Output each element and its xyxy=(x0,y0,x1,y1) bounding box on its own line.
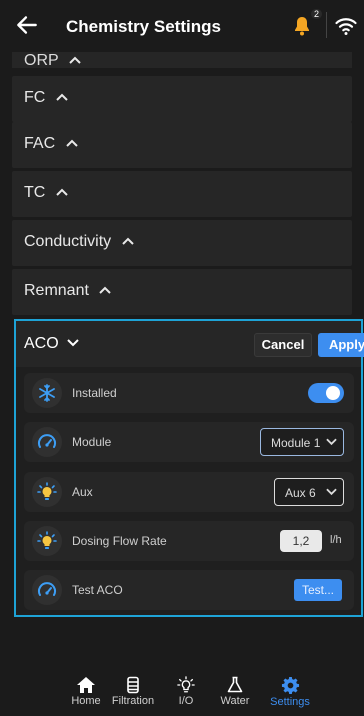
gear-icon xyxy=(281,676,299,695)
chevron-down-icon xyxy=(326,438,337,446)
nav-home[interactable]: Home xyxy=(60,676,112,707)
nav-filtration-label: Filtration xyxy=(111,695,155,707)
section-conductivity-label: Conductivity xyxy=(24,233,112,250)
section-fac[interactable]: FAC xyxy=(12,122,352,168)
nav-filtration[interactable]: Filtration xyxy=(107,676,159,707)
aco-panel: ACO Cancel Apply Installed Module Module… xyxy=(14,319,364,617)
nav-water[interactable]: Water xyxy=(209,676,261,707)
bell-icon[interactable] xyxy=(290,14,314,38)
dosing-flow-input[interactable]: 1,2 xyxy=(280,530,322,552)
chevron-down-icon xyxy=(326,488,337,496)
module-select[interactable]: Module 1 xyxy=(260,428,344,456)
cancel-button[interactable]: Cancel xyxy=(254,333,312,357)
section-tc[interactable]: TC xyxy=(12,171,352,217)
nav-home-label: Home xyxy=(71,695,101,707)
apply-button[interactable]: Apply xyxy=(318,333,364,357)
chevron-up-icon xyxy=(56,188,68,196)
chevron-up-icon xyxy=(69,56,81,64)
wifi-icon[interactable] xyxy=(334,14,358,38)
gauge-icon xyxy=(32,427,62,457)
aux-select-value: Aux 6 xyxy=(285,486,316,500)
section-fac-label: FAC xyxy=(24,135,56,152)
section-fc[interactable]: FC xyxy=(12,76,352,122)
nav-settings-label: Settings xyxy=(270,696,310,708)
flask-icon xyxy=(227,676,243,693)
installed-toggle[interactable] xyxy=(308,383,344,403)
test-aco-label: Test ACO xyxy=(72,583,123,597)
nav-water-label: Water xyxy=(220,695,250,707)
section-fc-label: FC xyxy=(24,89,46,106)
chevron-up-icon xyxy=(99,286,112,294)
aco-header: ACO Cancel Apply xyxy=(16,321,364,367)
snowflake-icon xyxy=(32,378,62,408)
module-label: Module xyxy=(72,435,112,449)
nav-io[interactable]: I/O xyxy=(160,676,212,707)
section-remnant-label: Remnant xyxy=(24,282,89,299)
section-tc-label: TC xyxy=(24,184,46,201)
notification-badge: 2 xyxy=(311,9,323,19)
lightbulb-icon xyxy=(32,526,62,556)
section-orp-label: ORP xyxy=(24,52,59,69)
bottom-nav: Home Filtration I/O Water Settings xyxy=(0,672,364,716)
aco-title: ACO xyxy=(24,335,59,352)
chevron-up-icon xyxy=(56,93,68,101)
nav-settings[interactable]: Settings xyxy=(264,676,316,708)
dosing-label: Dosing Flow Rate xyxy=(72,534,167,548)
lightbulb-icon xyxy=(32,477,62,507)
aux-select[interactable]: Aux 6 xyxy=(274,478,344,506)
chevron-up-icon xyxy=(65,139,78,147)
nav-io-label: I/O xyxy=(178,695,194,707)
filter-icon xyxy=(127,676,139,694)
page-title: Chemistry Settings xyxy=(66,17,221,36)
header-divider xyxy=(326,12,327,38)
module-row: Module Module 1 xyxy=(24,422,354,462)
section-conductivity[interactable]: Conductivity xyxy=(12,220,352,266)
home-icon xyxy=(77,677,95,693)
arrow-left-icon[interactable] xyxy=(14,12,40,38)
chevron-down-icon xyxy=(67,339,79,347)
module-select-value: Module 1 xyxy=(271,436,321,450)
dosing-unit: l/h xyxy=(330,534,342,546)
dosing-row: Dosing Flow Rate 1,2 l/h xyxy=(24,521,354,561)
app-header: Chemistry Settings 2 xyxy=(0,0,364,52)
toggle-knob xyxy=(326,386,340,400)
lightbulb-icon xyxy=(177,676,195,693)
aux-label: Aux xyxy=(72,485,93,499)
installed-row: Installed xyxy=(24,373,354,413)
installed-label: Installed xyxy=(72,386,117,400)
gauge-icon xyxy=(32,575,62,605)
test-button[interactable]: Test... xyxy=(294,579,342,601)
chevron-up-icon xyxy=(121,237,134,245)
section-remnant[interactable]: Remnant xyxy=(12,269,352,315)
aux-row: Aux Aux 6 xyxy=(24,472,354,512)
aco-toggle[interactable]: ACO xyxy=(24,335,79,353)
test-aco-row: Test ACO Test... xyxy=(24,570,354,610)
